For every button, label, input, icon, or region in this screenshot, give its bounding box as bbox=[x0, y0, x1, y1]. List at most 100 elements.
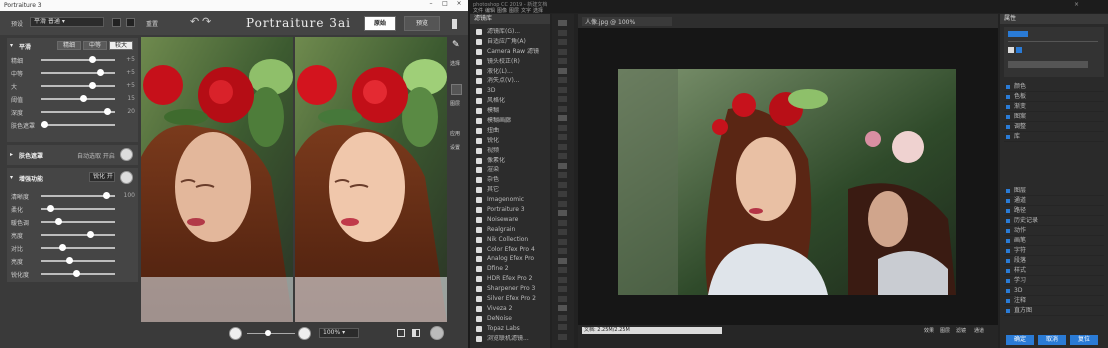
visibility-icon[interactable] bbox=[1006, 105, 1010, 109]
skin-mask-mode[interactable]: 自动选取 开启 bbox=[77, 151, 115, 160]
info-icon[interactable] bbox=[452, 19, 457, 29]
panel-row[interactable]: 图层 bbox=[1004, 186, 1104, 196]
checkbox-icon[interactable] bbox=[476, 58, 482, 65]
checkbox-icon[interactable] bbox=[476, 187, 482, 194]
single-view-icon[interactable] bbox=[397, 329, 405, 337]
brush-icon[interactable]: ✎ bbox=[452, 40, 460, 50]
panel-row[interactable]: 动作 bbox=[1004, 226, 1104, 236]
visibility-icon[interactable] bbox=[1006, 219, 1010, 223]
tool-icon[interactable] bbox=[558, 115, 567, 121]
reset-panel-button[interactable]: 复位 bbox=[1070, 335, 1098, 345]
panel-row[interactable]: 字符 bbox=[1004, 246, 1104, 256]
cancel-button[interactable]: 取消 bbox=[1038, 335, 1066, 345]
swatch-blue-icon[interactable] bbox=[1016, 47, 1022, 53]
status-effects[interactable]: 效果 bbox=[924, 327, 934, 334]
filter-list-item[interactable]: 锐化 bbox=[473, 137, 547, 147]
filter-list-item[interactable]: Viveza 2 bbox=[473, 305, 547, 315]
menu-select[interactable]: 选择 bbox=[533, 7, 543, 14]
host-close-icon[interactable]: × bbox=[1074, 1, 1079, 8]
visibility-icon[interactable] bbox=[1006, 279, 1010, 283]
visibility-icon[interactable] bbox=[1006, 269, 1010, 273]
panel-row[interactable]: 画笔 bbox=[1004, 236, 1104, 246]
checkbox-icon[interactable] bbox=[476, 68, 482, 75]
skin-mask-expand-icon[interactable]: ▸ bbox=[10, 151, 13, 158]
slider-knob[interactable] bbox=[79, 95, 87, 102]
filter-list-item[interactable]: DeNoise bbox=[473, 315, 547, 325]
tool-icon[interactable] bbox=[558, 210, 567, 216]
visibility-icon[interactable] bbox=[1006, 309, 1010, 313]
checkbox-icon[interactable] bbox=[476, 157, 482, 164]
menu-image[interactable]: 图像 bbox=[497, 7, 507, 14]
tab-preview[interactable]: 预览 bbox=[404, 16, 440, 31]
visibility-icon[interactable] bbox=[1006, 239, 1010, 243]
panel-row[interactable]: 调整 bbox=[1004, 122, 1104, 132]
checkbox-icon[interactable] bbox=[476, 78, 482, 85]
visibility-icon[interactable] bbox=[1006, 135, 1010, 139]
filter-list-item[interactable]: 镜头校正(R) bbox=[473, 58, 547, 68]
tool-icon[interactable] bbox=[558, 333, 567, 340]
tool-icon[interactable] bbox=[558, 96, 567, 102]
filter-list-item[interactable]: Analog Efex Pro bbox=[473, 255, 547, 265]
slider-knob[interactable] bbox=[102, 192, 110, 199]
tool-icon[interactable] bbox=[558, 143, 567, 150]
tool-icon[interactable] bbox=[558, 305, 567, 311]
checkbox-icon[interactable] bbox=[476, 286, 482, 293]
filter-list-item[interactable]: Imagenomic bbox=[473, 196, 547, 206]
slider-knob[interactable] bbox=[97, 69, 104, 76]
tool-icon[interactable] bbox=[558, 124, 567, 131]
filter-list-item[interactable]: Sharpener Pro 3 bbox=[473, 285, 547, 295]
tool-icon[interactable] bbox=[558, 238, 567, 245]
menu-edit[interactable]: 编辑 bbox=[485, 7, 495, 14]
slider-track[interactable] bbox=[41, 234, 115, 236]
visibility-icon[interactable] bbox=[1006, 125, 1010, 129]
checkbox-icon[interactable] bbox=[476, 167, 482, 174]
slider-knob[interactable] bbox=[55, 218, 62, 225]
zoom-out-button[interactable] bbox=[229, 327, 242, 340]
filter-list-item[interactable]: Nik Collection bbox=[473, 236, 547, 246]
filter-list-item[interactable]: HDR Efex Pro 2 bbox=[473, 275, 547, 285]
save-preset-icon[interactable] bbox=[112, 18, 121, 27]
preset-select[interactable]: 平滑 普通 ▾ bbox=[30, 17, 104, 27]
panel-row[interactable]: 注释 bbox=[1004, 296, 1104, 306]
filter-list-item[interactable]: 自适应广角(A) bbox=[473, 38, 547, 48]
close-icon[interactable]: × bbox=[452, 0, 466, 7]
slider-track[interactable] bbox=[41, 124, 115, 126]
skin-mask-toggle[interactable] bbox=[120, 148, 133, 161]
panel-row[interactable]: 学习 bbox=[1004, 276, 1104, 286]
checkbox-icon[interactable] bbox=[476, 118, 482, 125]
slider-knob[interactable] bbox=[41, 121, 48, 128]
menu-type[interactable]: 文字 bbox=[521, 7, 531, 14]
visibility-icon[interactable] bbox=[1006, 85, 1010, 89]
tool-icon[interactable] bbox=[558, 20, 567, 26]
panel-row[interactable]: 路径 bbox=[1004, 206, 1104, 216]
tool-icon[interactable] bbox=[558, 29, 567, 36]
canvas-tab[interactable]: 人像.jpg @ 100% bbox=[582, 17, 672, 26]
delete-preset-icon[interactable] bbox=[126, 18, 135, 27]
checkbox-icon[interactable] bbox=[476, 216, 482, 223]
maximize-icon[interactable]: □ bbox=[438, 0, 452, 7]
checkbox-icon[interactable] bbox=[476, 236, 482, 243]
checkbox-icon[interactable] bbox=[476, 256, 482, 263]
filter-list-item[interactable]: Topaz Labs bbox=[473, 325, 547, 335]
filter-list-item[interactable]: 液化(L)... bbox=[473, 68, 547, 78]
panel-row[interactable]: 颜色 bbox=[1004, 82, 1104, 92]
checkbox-icon[interactable] bbox=[476, 246, 482, 253]
tool-icon[interactable] bbox=[558, 153, 567, 159]
tool-icon[interactable] bbox=[558, 200, 567, 207]
tool-icon[interactable] bbox=[558, 286, 567, 292]
properties-field[interactable] bbox=[1008, 61, 1088, 68]
tab-original[interactable]: 原始 bbox=[364, 16, 396, 31]
checkbox-icon[interactable] bbox=[476, 335, 482, 342]
panel-row[interactable]: 段落 bbox=[1004, 256, 1104, 266]
mode-medium[interactable]: 中等 bbox=[83, 41, 107, 50]
tool-icon[interactable] bbox=[558, 229, 567, 235]
filter-list-item[interactable]: Color Efex Pro 4 bbox=[473, 246, 547, 256]
checkbox-icon[interactable] bbox=[476, 29, 482, 35]
filter-list-item[interactable]: 其它 bbox=[473, 186, 547, 196]
slider-track[interactable] bbox=[41, 98, 115, 100]
tool-icon[interactable] bbox=[558, 219, 567, 226]
zoom-slider-knob[interactable] bbox=[265, 330, 271, 336]
checkbox-icon[interactable] bbox=[476, 325, 482, 332]
panel-row[interactable]: 库 bbox=[1004, 132, 1104, 142]
checkbox-icon[interactable] bbox=[476, 207, 482, 214]
